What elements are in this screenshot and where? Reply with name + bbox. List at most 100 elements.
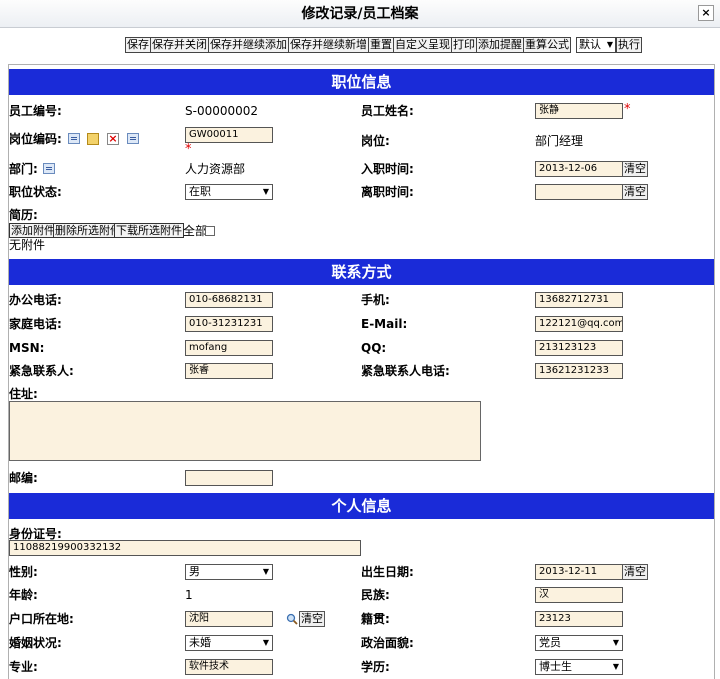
- ethnic-label: 民族:: [361, 588, 390, 602]
- emergency-phone-label: 紧急联系人电话:: [361, 364, 450, 378]
- office-phone-input[interactable]: 010-68682131: [185, 292, 273, 308]
- chevron-down-icon: ▼: [612, 638, 619, 647]
- zip-input[interactable]: [185, 470, 273, 486]
- status-label: 职位状态:: [9, 185, 62, 199]
- hukou-label: 户口所在地:: [9, 612, 74, 626]
- emergency-contact-input[interactable]: 张睿: [185, 363, 273, 379]
- chevron-down-icon: ▼: [262, 567, 269, 576]
- native-place-input[interactable]: 23123: [535, 611, 623, 627]
- chevron-down-icon: ▼: [612, 662, 619, 671]
- major-input[interactable]: 软件技术: [185, 659, 273, 675]
- window-titlebar: 修改记录/员工档案 ×: [0, 0, 720, 28]
- dept-value: 人力资源部: [185, 162, 246, 176]
- post-code-label: 岗位编码:: [9, 132, 62, 146]
- close-icon: ×: [701, 6, 711, 19]
- all-checkbox[interactable]: [205, 226, 215, 236]
- all-checkbox-label: 全部: [183, 224, 208, 238]
- no-attachment-text: 无附件: [9, 238, 46, 252]
- dept-label: 部门:: [9, 162, 38, 176]
- emergency-contact-label: 紧急联系人:: [9, 364, 74, 378]
- education-select[interactable]: 博士生 ▼: [535, 659, 623, 675]
- chevron-down-icon: ▼: [606, 40, 613, 49]
- hukou-clear-button[interactable]: 清空: [299, 611, 325, 627]
- execute-button[interactable]: 执行: [616, 37, 642, 53]
- search-icon[interactable]: [286, 613, 298, 625]
- resume-label: 简历:: [9, 208, 38, 222]
- save-button[interactable]: 保存: [125, 37, 151, 53]
- mobile-label: 手机:: [361, 293, 390, 307]
- education-label: 学历:: [361, 660, 390, 674]
- political-label: 政治面貌:: [361, 636, 414, 650]
- custom-view-button[interactable]: 自定义呈现: [393, 37, 452, 53]
- edit-icon[interactable]: [87, 133, 99, 145]
- print-button[interactable]: 打印: [451, 37, 477, 53]
- birth-date-label: 出生日期:: [361, 565, 414, 579]
- qq-input[interactable]: 213123123: [535, 340, 623, 356]
- add-attachment-button[interactable]: 添加附件: [9, 223, 57, 238]
- home-phone-label: 家庭电话:: [9, 317, 62, 331]
- download-attachment-button[interactable]: 下载所选附件: [114, 223, 184, 238]
- delete-icon[interactable]: ×: [107, 133, 119, 145]
- view-select-value: 默认: [579, 38, 601, 51]
- zip-label: 邮编:: [9, 471, 38, 485]
- home-phone-input[interactable]: 010-31231231: [185, 316, 273, 332]
- status-select[interactable]: 在职 ▼: [185, 184, 273, 200]
- delete-attachment-button[interactable]: 删除所选附件: [53, 223, 123, 238]
- window-title: 修改记录/员工档案: [301, 6, 419, 22]
- view-list-icon[interactable]: [127, 133, 139, 144]
- age-label: 年龄:: [9, 588, 38, 602]
- emp-no-label: 员工编号:: [9, 104, 62, 118]
- section-header-contact: 联系方式: [9, 259, 714, 285]
- view-select[interactable]: 默认 ▼: [576, 37, 616, 53]
- id-number-input[interactable]: 11088219900332132: [9, 540, 361, 556]
- qq-label: QQ:: [361, 341, 387, 355]
- post-code-input[interactable]: GW00011: [185, 127, 273, 143]
- name-input[interactable]: 张静: [535, 103, 623, 119]
- email-input[interactable]: 122121@qq.com: [535, 316, 623, 332]
- gender-label: 性别:: [9, 565, 38, 579]
- post-label: 岗位:: [361, 134, 390, 148]
- native-place-label: 籍贯:: [361, 612, 390, 626]
- leave-date-clear-button[interactable]: 清空: [622, 184, 648, 200]
- add-reminder-button[interactable]: 添加提醒: [476, 37, 524, 53]
- political-select[interactable]: 党员 ▼: [535, 635, 623, 651]
- required-mark: *: [185, 142, 192, 157]
- required-mark: *: [624, 102, 631, 117]
- save-continue-new-button[interactable]: 保存并继续新增: [288, 37, 369, 53]
- email-label: E-Mail:: [361, 317, 408, 331]
- section-header-position: 职位信息: [9, 69, 714, 95]
- marital-label: 婚姻状况:: [9, 636, 62, 650]
- ethnic-input[interactable]: 汉: [535, 587, 623, 603]
- emergency-phone-input[interactable]: 13621231233: [535, 363, 623, 379]
- birth-date-input[interactable]: 2013-12-11: [535, 564, 623, 580]
- emp-no-value: S-00000002: [185, 104, 259, 118]
- age-value: 1: [185, 588, 193, 602]
- recalc-formula-button[interactable]: 重算公式: [523, 37, 571, 53]
- leave-date-label: 离职时间:: [361, 185, 414, 199]
- gender-select[interactable]: 男 ▼: [185, 564, 273, 580]
- toolbar: 保存 保存并关闭 保存并继续添加 保存并继续新增 重置 自定义呈现 打印 添加提…: [125, 37, 642, 53]
- msn-input[interactable]: mofang: [185, 340, 273, 356]
- education-value: 博士生: [539, 660, 572, 673]
- chevron-down-icon: ▼: [262, 187, 269, 196]
- save-close-button[interactable]: 保存并关闭: [150, 37, 209, 53]
- birth-date-clear-button[interactable]: 清空: [622, 564, 648, 580]
- dept-select-icon[interactable]: [43, 163, 55, 174]
- office-phone-label: 办公电话:: [9, 293, 62, 307]
- reset-button[interactable]: 重置: [368, 37, 394, 53]
- leave-date-input[interactable]: [535, 184, 623, 200]
- mobile-input[interactable]: 13682712731: [535, 292, 623, 308]
- close-button[interactable]: ×: [698, 5, 714, 21]
- join-date-label: 入职时间:: [361, 162, 414, 176]
- address-textarea[interactable]: [9, 401, 481, 461]
- political-value: 党员: [539, 636, 561, 649]
- section-header-personal: 个人信息: [9, 493, 714, 519]
- join-date-input[interactable]: 2013-12-06: [535, 161, 623, 177]
- marital-value: 未婚: [189, 636, 211, 649]
- hukou-input[interactable]: 沈阳: [185, 611, 273, 627]
- join-date-clear-button[interactable]: 清空: [622, 161, 648, 177]
- save-continue-add-button[interactable]: 保存并继续添加: [208, 37, 289, 53]
- record-form: 职位信息 员工编号: S-00000002 员工姓名: 张静 * 岗位编码: ×…: [8, 64, 715, 679]
- select-list-icon[interactable]: [68, 133, 80, 144]
- marital-select[interactable]: 未婚 ▼: [185, 635, 273, 651]
